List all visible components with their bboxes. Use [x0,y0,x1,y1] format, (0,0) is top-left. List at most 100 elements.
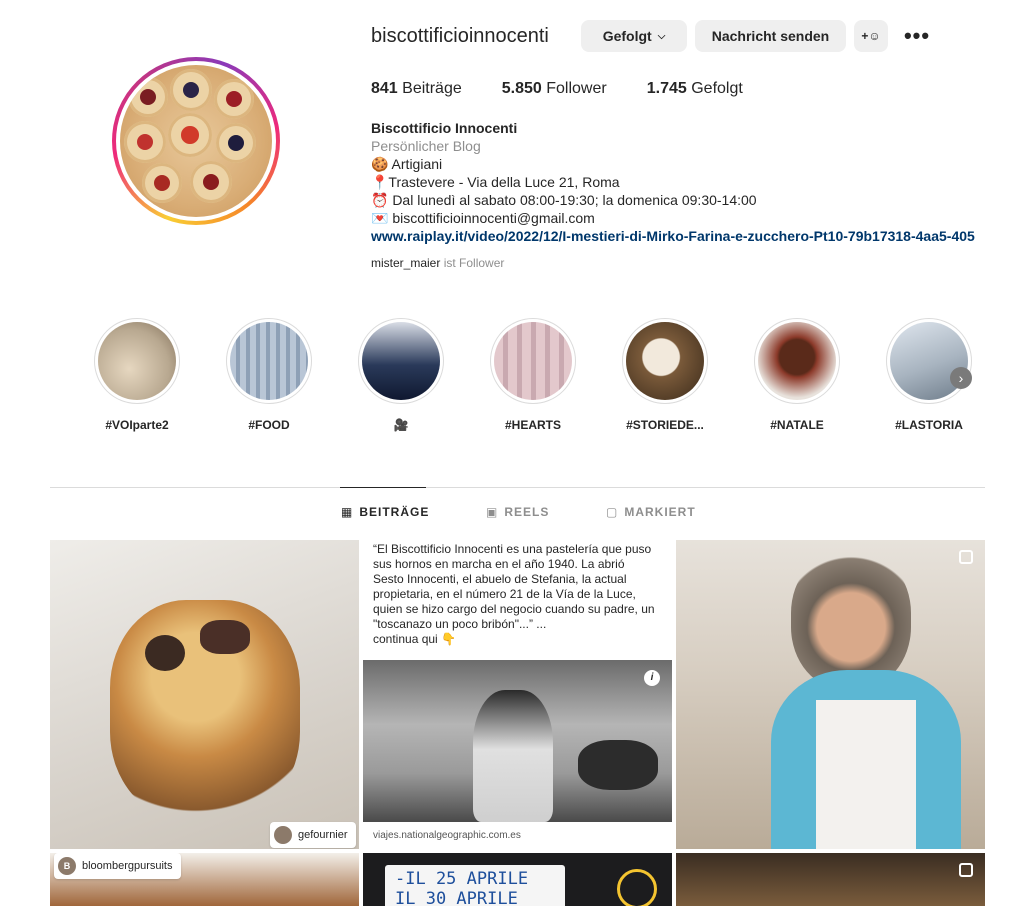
quote-text: “El Biscottificio Innocenti es una paste… [373,542,655,631]
post-tile[interactable] [676,540,985,849]
sun-icon [617,869,657,906]
highlight-ring [622,318,708,404]
post-image-detail [473,690,553,822]
tagged-icon: ▢ [606,505,619,519]
highlight-item[interactable]: #FOOD [226,318,312,432]
bio-link[interactable]: www.raiplay.it/video/2022/12/I-mestieri-… [371,227,1012,245]
info-icon[interactable]: i [644,670,660,686]
post-source: viajes.nationalgeographic.com.es [373,830,521,841]
highlight-label: #VOIparte2 [105,418,169,432]
send-message-button[interactable]: Nachricht senden [695,20,846,52]
post-image-detail [816,700,916,849]
cookie [142,163,182,203]
bio-line: 🍪 Artigiani [371,156,443,172]
post-image-detail [145,635,185,671]
stat-following[interactable]: 1.745 Gefolgt [647,80,743,98]
stat-posts: 841 Beiträge [371,80,462,98]
story-highlights: #VOIparte2 #FOOD 🎥 #HEARTS #STORIEDE... … [94,318,994,438]
highlight-ring [94,318,180,404]
highlight-ring [226,318,312,404]
following-button-label: Gefolgt [602,28,652,44]
highlight-label: #STORIEDE... [626,418,704,432]
user-tag-chip[interactable]: B bloombergpursuits [54,853,181,879]
highlight-cover [230,322,308,400]
profile-username: biscottificioinnocenti [371,25,549,47]
avatar: B [58,857,76,875]
highlight-label: 🎥 [393,418,409,432]
following-button[interactable]: Gefolgt ⌵ [581,20,687,52]
post-image-detail [578,740,658,790]
post-image-detail [200,620,250,654]
user-tag-chip[interactable]: gefournier [270,822,356,848]
multiple-posts-icon [959,863,973,877]
user-tag-label: gefournier [298,829,348,841]
reels-icon: ▣ [486,505,499,519]
profile-avatar[interactable] [112,57,280,225]
stat-value: 1.745 [646,80,687,97]
followed-by[interactable]: mister_maier ist Follower [371,256,504,270]
avatar [274,826,292,844]
avatar-border [116,61,276,221]
more-options-icon[interactable]: ••• [900,24,934,48]
tab-posts[interactable]: ▦ BEITRÄGE [341,505,429,519]
sign-line: IL 30 APRILE [395,889,518,906]
cookie [168,113,212,157]
tab-tagged[interactable]: ▢ MARKIERT [606,505,696,519]
highlight-cover [494,322,572,400]
add-user-icon[interactable]: +☺ [854,20,888,52]
bio-line: 📍Trastevere - Via della Luce 21, Roma [371,174,620,190]
cookie [170,69,212,111]
post-tile[interactable]: B bloombergpursuits [50,853,359,906]
post-quote-text: “El Biscottificio Innocenti es una paste… [373,542,658,647]
post-tile[interactable] [676,853,985,906]
multiple-posts-icon [959,550,973,564]
cookie [128,77,168,117]
profile-bio: Biscottificio Innocenti Persönlicher Blo… [371,119,1012,245]
tab-label: BEITRÄGE [359,505,430,519]
bio-line: 💌 biscottificioinnocenti@gmail.com [371,210,595,226]
highlight-ring [358,318,444,404]
followed-by-user: mister_maier [371,256,441,270]
post-tile[interactable]: gefournier [50,540,359,849]
post-tile[interactable]: “El Biscottificio Innocenti es una paste… [363,540,672,849]
cookie [190,161,232,203]
highlight-ring [886,318,972,404]
post-image-detail [791,550,911,690]
user-tag-label: bloombergpursuits [82,860,173,872]
tab-reels[interactable]: ▣ REELS [486,505,549,519]
profile-tabs: ▦ BEITRÄGE ▣ REELS ▢ MARKIERT [0,505,1012,525]
highlight-item[interactable]: #VOIparte2 [94,318,180,432]
stat-label: Gefolgt [691,80,743,97]
bio-line: ⏰ Dal lunedì al sabato 08:00-19:30; la d… [371,192,757,208]
highlight-ring [490,318,576,404]
stat-followers[interactable]: 5.850 Follower [502,80,607,98]
stat-value: 841 [371,80,398,97]
highlight-cover [626,322,704,400]
stat-label: Follower [546,80,607,97]
highlight-label: #HEARTS [504,418,561,432]
quote-more: continua qui 👇 [373,632,456,646]
grid-icon: ▦ [341,505,354,519]
post-image [771,550,971,849]
highlight-item[interactable]: #STORIEDE... [622,318,708,432]
cookie [214,79,254,119]
highlight-cover [98,322,176,400]
active-tab-indicator [340,487,426,488]
tab-label: MARKIERT [624,505,696,519]
stat-value: 5.850 [501,80,542,97]
bio-category: Persönlicher Blog [371,138,481,154]
tabs-divider [50,487,985,488]
highlight-item[interactable]: 🎥 [358,318,444,432]
stat-label: Beiträge [402,80,462,97]
cookie [216,123,256,163]
post-sign-text: -IL 25 APRILE IL 30 APRILE [385,865,565,906]
highlight-label: #NATALE [770,418,824,432]
highlight-item[interactable]: #HEARTS [490,318,576,432]
post-image [363,660,672,822]
profile-stats: 841 Beiträge 5.850 Follower 1.745 Gefolg… [371,80,783,98]
chevron-right-icon[interactable]: › [950,367,972,389]
post-tile[interactable]: -IL 25 APRILE IL 30 APRILE [363,853,672,906]
highlight-ring [754,318,840,404]
cookie [124,121,166,163]
highlight-item[interactable]: #NATALE [754,318,840,432]
